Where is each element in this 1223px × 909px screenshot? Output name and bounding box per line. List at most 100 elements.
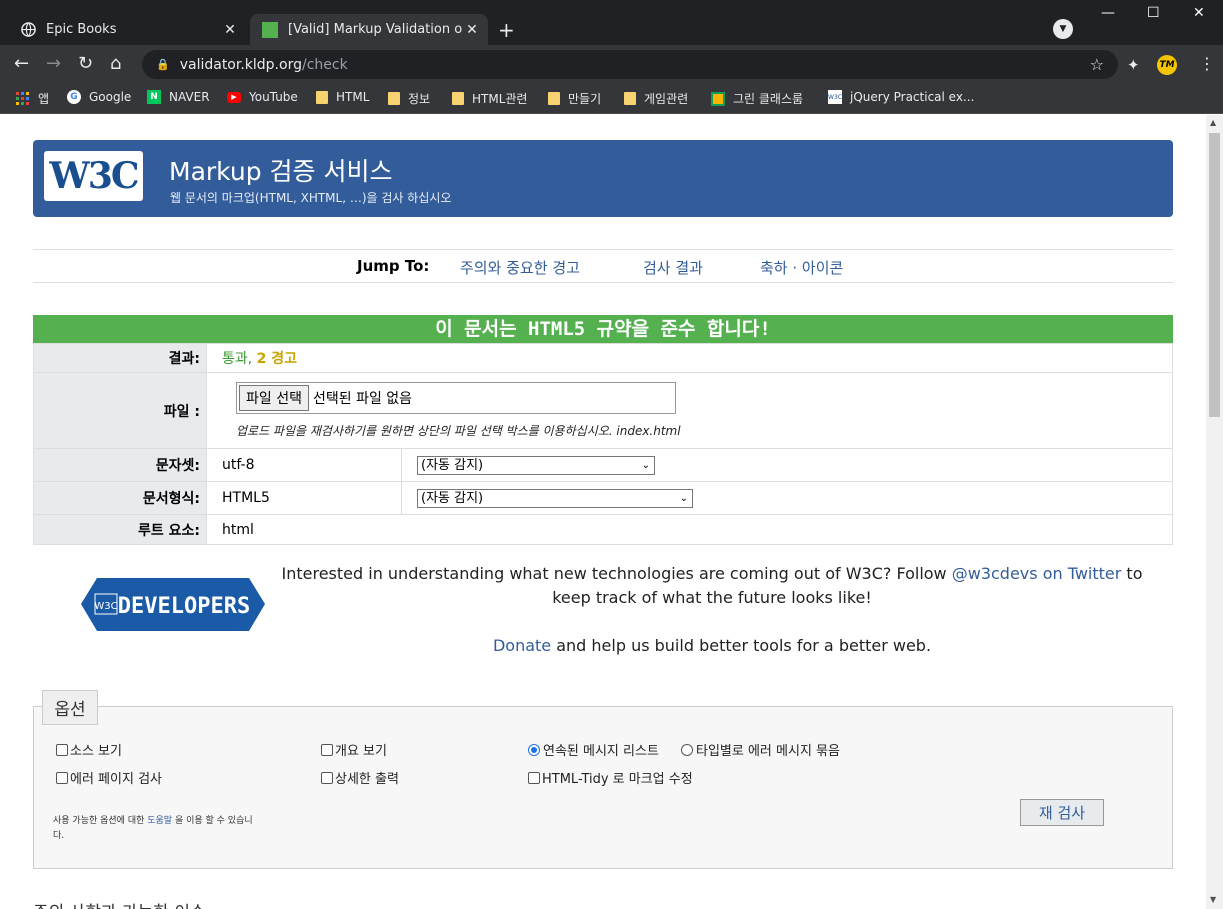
home-icon[interactable]: ⌂ [110,53,121,74]
show-source-option[interactable]: 소스 보기 [56,740,122,759]
donate-link[interactable]: Donate [493,636,551,655]
scroll-thumb[interactable] [1209,133,1220,417]
file-cell: 파일 선택 선택된 파일 없음 업로드 파일을 재검사하기를 원하면 상단의 파… [206,372,1173,449]
bookmark-folder-html[interactable]: HTML [316,90,369,104]
address-bar[interactable]: 🔒 validator.kldp.org/check ☆ [142,50,1118,79]
tab-validator[interactable]: [Valid] Markup Validation of ind ✕ [250,14,488,45]
show-outline-option[interactable]: 개요 보기 [321,740,387,759]
bookmark-star-icon[interactable]: ☆ [1090,55,1104,74]
options-legend: 옵션 [42,690,98,725]
scroll-up-icon[interactable]: ▲ [1210,118,1216,127]
page-title: Markup 검증 서비스 [169,157,393,186]
charset-select-value: (자동 감지) [421,457,484,473]
tab-search-icon[interactable]: ▼ [1053,19,1073,39]
naver-icon: N [147,90,161,104]
bookmark-jquery[interactable]: W3C jQuery Practical ex... [828,90,974,104]
kebab-menu-icon[interactable]: ⋮ [1199,54,1215,73]
bookmark-folder-html-related[interactable]: HTML관련 [452,90,527,107]
classroom-icon [711,91,725,106]
url-host: validator.kldp.org [179,56,302,73]
pass-text: 통과, [222,351,253,367]
bookmark-label: NAVER [169,90,210,104]
sequential-radio[interactable] [528,743,540,756]
apps-grid-icon [16,91,30,106]
recheck-button[interactable]: 재 검사 [1020,799,1104,826]
tab-epic-books[interactable]: Epic Books ✕ [8,14,246,45]
charset-select[interactable]: (자동 감지) ⌄ [417,455,655,475]
tampermonkey-icon[interactable]: TM [1157,55,1177,75]
developers-promo: Interested in understanding what new tec… [280,562,1144,658]
option-label: HTML-Tidy 로 마크업 수정 [542,772,693,787]
scroll-down-icon[interactable]: ▼ [1210,895,1216,904]
jump-link-results[interactable]: 검사 결과 [643,259,703,277]
bookmark-folder-games[interactable]: 게임관련 [624,90,688,107]
jump-to-label: Jump To: [357,257,430,275]
tidy-option[interactable]: HTML-Tidy 로 마크업 수정 [528,768,693,787]
bookmark-youtube[interactable]: ▶ YouTube [227,90,298,104]
bookmark-naver[interactable]: N NAVER [147,90,210,104]
page-subtitle: 웹 문서의 마크업(HTML, XHTML, …)을 검사 하십시오 [170,191,452,205]
file-label: 파일 : [33,372,207,449]
warning-count[interactable]: 2 경고 [257,351,297,367]
group-option[interactable]: 타입별로 에러 메시지 묶음 [681,740,840,759]
maximize-icon[interactable]: ☐ [1147,5,1160,21]
extensions-icon[interactable]: ✦ [1127,56,1140,74]
window-close-icon[interactable]: ✕ [1193,5,1205,21]
file-hint: 업로드 파일을 재검사하기를 원하면 상단의 파일 선택 박스를 이용하십시오.… [236,424,681,438]
bookmark-folder-info[interactable]: 정보 [388,90,430,107]
tab-title: [Valid] Markup Validation of ind [288,22,462,37]
bookmark-label: 정보 [408,92,431,106]
doctype-select[interactable]: (자동 감지) ⌄ [417,488,693,508]
show-source-checkbox[interactable] [56,743,68,756]
jump-link-warnings[interactable]: 주의와 중요한 경고 [460,259,580,277]
option-label: 상세한 출력 [335,772,399,787]
bookmarks-bar: 앱 G Google N NAVER ▶ YouTube HTML 정보 HTML관련… [0,84,1223,114]
help-link[interactable]: 도움말 [147,816,172,826]
new-tab-icon[interactable]: + [498,18,515,42]
folder-icon [316,90,328,104]
bookmark-google[interactable]: G Google [67,90,131,104]
developers-logo-text: DEVELOPERS [118,594,250,619]
bookmark-label: HTML [336,90,370,104]
tab-close-icon[interactable]: ✕ [220,22,240,38]
twitter-link[interactable]: @w3cdevs on Twitter [952,564,1122,583]
verbose-errors-checkbox[interactable] [56,771,68,784]
bookmark-apps[interactable]: 앱 [16,90,49,107]
w3c-developers-logo[interactable]: W3C DEVELOPERS [81,578,265,631]
page-scrollbar[interactable]: ▲ ▼ [1206,115,1223,909]
file-choose-button[interactable]: 파일 선택 [239,385,309,411]
group-radio[interactable] [681,743,693,756]
folder-icon [548,92,560,105]
file-input[interactable]: 파일 선택 선택된 파일 없음 [236,382,676,414]
option-label: 소스 보기 [70,744,122,759]
jump-link-icons[interactable]: 축하 · 아이콘 [760,259,843,277]
tidy-checkbox[interactable] [528,771,540,784]
verbose-output-checkbox[interactable] [321,771,333,784]
result-value: 통과, 2 경고 [206,343,1173,373]
bookmark-classroom[interactable]: 그린 클래스룸 [711,90,803,107]
options-help: 사용 가능한 옵션에 대한 도움말 을 이용 할 수 있습니다. [53,814,258,844]
forward-icon[interactable]: → [46,53,61,74]
w3c-icon: W3C [828,90,842,104]
folder-icon [452,92,464,105]
bookmark-label: jQuery Practical ex... [850,90,975,104]
tab-close-icon[interactable]: ✕ [462,22,482,38]
charset-value: utf-8 [206,448,402,482]
back-icon[interactable]: ← [14,53,29,74]
verbose-output-option[interactable]: 상세한 출력 [321,768,399,787]
minimize-icon[interactable]: — [1101,5,1115,21]
tab-title: Epic Books [46,22,117,37]
doctype-select-cell: (자동 감지) ⌄ [401,481,1173,515]
charset-row: 문자셋: utf-8 (자동 감지) ⌄ [33,448,1173,482]
globe-icon [20,22,36,38]
sequential-option[interactable]: 연속된 메시지 리스트 [528,740,659,759]
show-outline-checkbox[interactable] [321,743,333,756]
jump-to-nav: Jump To: 주의와 중요한 경고 검사 결과 축하 · 아이콘 [33,249,1173,283]
root-value: html [206,514,1173,545]
w3c-logo[interactable]: W3C [44,151,143,201]
doctype-select-value: (자동 감지) [421,490,484,506]
bookmark-folder-make[interactable]: 만들기 [548,90,601,107]
reload-icon[interactable]: ↻ [78,53,93,74]
options-panel: 옵션 소스 보기 개요 보기 연속된 메시지 리스트 타입별로 에러 메시지 묶… [33,690,1173,869]
verbose-errors-option[interactable]: 에러 페이지 검사 [56,768,162,787]
